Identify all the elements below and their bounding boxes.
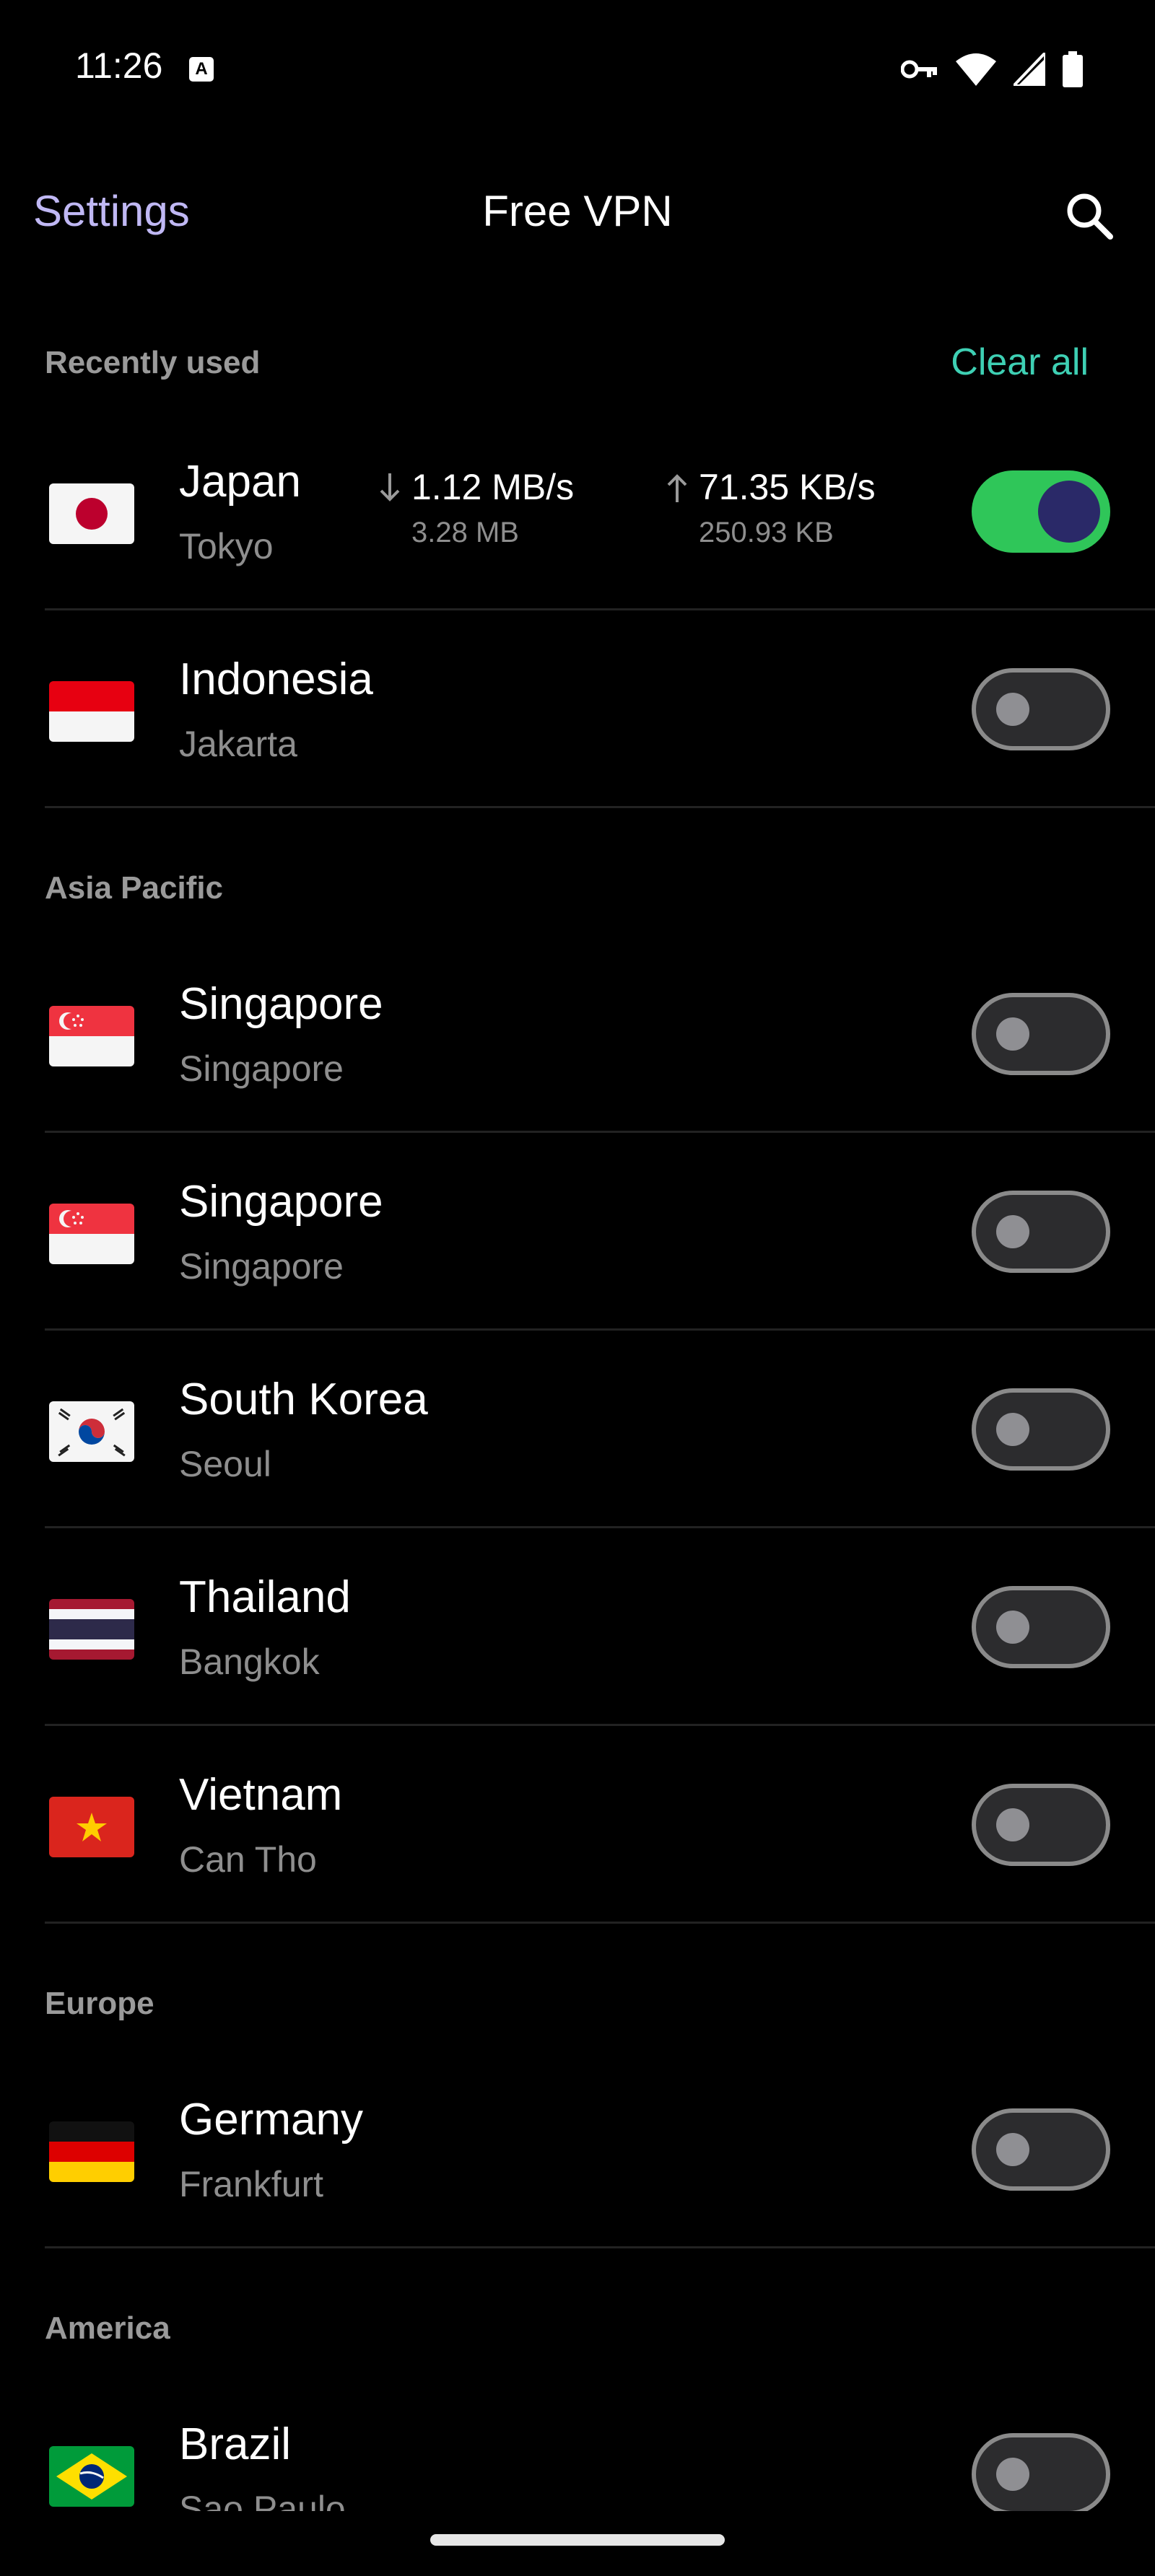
download-total: 3.28 MB: [411, 517, 519, 548]
server-city: Seoul: [179, 1444, 271, 1484]
row-divider: [45, 806, 1155, 808]
server-city: Frankfurt: [179, 2164, 324, 2204]
server-country: Thailand: [179, 1572, 351, 1622]
flag-vietnam-icon: [49, 1797, 134, 1857]
clear-all-button[interactable]: Clear all: [951, 341, 1089, 384]
server-country: Indonesia: [179, 654, 373, 704]
flag-brazil-icon: [49, 2446, 134, 2507]
toggle-knob: [996, 2133, 1029, 2166]
section-header-recently-used: Recently used: [45, 345, 261, 380]
upload-speed: 71.35 KB/s 250.93 KB: [663, 466, 937, 560]
connect-toggle-singapore-2[interactable]: [972, 1191, 1110, 1273]
upload-total: 250.93 KB: [699, 517, 834, 548]
toggle-knob: [996, 1611, 1029, 1644]
a-notification-icon: A: [189, 57, 214, 82]
server-row-vietnam[interactable]: Vietnam Can Tho: [0, 1726, 1155, 1924]
download-speed: 1.12 MB/s 3.28 MB: [375, 466, 635, 560]
server-country: Germany: [179, 2095, 363, 2145]
status-bar: 11:26 A: [0, 0, 1155, 137]
vpn-key-icon: [901, 60, 937, 79]
connect-toggle-japan[interactable]: [972, 470, 1110, 553]
vpn-server-list-screen: 11:26 A Settings Free VPN Recently used …: [0, 0, 1155, 2576]
toggle-knob: [996, 1017, 1029, 1051]
connect-toggle-singapore[interactable]: [972, 993, 1110, 1075]
flag-japan-icon: [49, 483, 134, 544]
connect-toggle-vietnam[interactable]: [972, 1784, 1110, 1866]
connect-toggle-brazil[interactable]: [972, 2433, 1110, 2511]
server-city: Sao Paulo: [179, 2489, 346, 2511]
row-divider: [45, 1922, 1155, 1924]
download-arrow-icon: [380, 473, 400, 501]
connect-toggle-germany[interactable]: [972, 2108, 1110, 2191]
upload-arrow-icon: [667, 474, 687, 502]
toggle-knob: [996, 2458, 1029, 2491]
server-country: Singapore: [179, 979, 383, 1029]
flag-singapore-icon: [49, 1006, 134, 1066]
server-city: Singapore: [179, 1246, 344, 1287]
server-row-germany[interactable]: Germany Frankfurt: [0, 2051, 1155, 2248]
download-rate: 1.12 MB/s: [411, 467, 575, 507]
server-city: Singapore: [179, 1048, 344, 1089]
toggle-knob: [996, 1215, 1029, 1248]
section-header-asia-pacific: Asia Pacific: [45, 870, 224, 906]
settings-button[interactable]: Settings: [33, 186, 190, 236]
server-country: Singapore: [179, 1177, 383, 1227]
server-row-indonesia[interactable]: Indonesia Jakarta: [0, 610, 1155, 808]
status-icons: [901, 51, 1083, 88]
wifi-icon: [956, 53, 996, 86]
server-row-singapore-2[interactable]: Singapore Singapore: [0, 1133, 1155, 1331]
search-button[interactable]: [1061, 188, 1119, 245]
server-row-singapore[interactable]: Singapore Singapore: [0, 935, 1155, 1133]
flag-south-korea-icon: [49, 1401, 134, 1462]
status-time: 11:26: [75, 45, 163, 86]
search-icon: [1067, 193, 1113, 240]
server-country: Brazil: [179, 2419, 292, 2469]
server-row-south-korea[interactable]: South Korea Seoul: [0, 1331, 1155, 1528]
server-city: Tokyo: [179, 526, 274, 566]
server-row-thailand[interactable]: Thailand Bangkok: [0, 1528, 1155, 1726]
server-country: Japan: [179, 457, 301, 507]
server-row-brazil[interactable]: Brazil Sao Paulo: [0, 2375, 1155, 2511]
signal-icon: [1014, 53, 1045, 86]
connect-toggle-thailand[interactable]: [972, 1586, 1110, 1668]
section-header-europe: Europe: [45, 1986, 154, 2021]
server-city: Jakarta: [179, 724, 297, 764]
toggle-knob: [1038, 481, 1100, 543]
connect-toggle-south-korea[interactable]: [972, 1388, 1110, 1471]
server-row-japan[interactable]: Japan Tokyo 1.12 MB/s 3.28 MB 71.35 KB/s…: [0, 413, 1155, 610]
flag-singapore-icon: [49, 1204, 134, 1264]
battery-icon: [1063, 51, 1083, 87]
connect-toggle-indonesia[interactable]: [972, 668, 1110, 750]
toggle-knob: [996, 1413, 1029, 1446]
flag-germany-icon: [49, 2121, 134, 2182]
toggle-knob: [996, 693, 1029, 726]
row-divider: [45, 2246, 1155, 2248]
home-indicator[interactable]: [430, 2534, 725, 2546]
upload-rate: 71.35 KB/s: [699, 467, 876, 507]
server-country: South Korea: [179, 1375, 428, 1424]
section-header-america: America: [45, 2310, 170, 2346]
server-country: Vietnam: [179, 1770, 343, 1820]
toggle-knob: [996, 1808, 1029, 1841]
server-city: Bangkok: [179, 1642, 320, 1682]
app-bar: Settings Free VPN: [0, 173, 1155, 260]
flag-thailand-icon: [49, 1599, 134, 1660]
server-city: Can Tho: [179, 1839, 317, 1880]
flag-indonesia-icon: [49, 681, 134, 742]
